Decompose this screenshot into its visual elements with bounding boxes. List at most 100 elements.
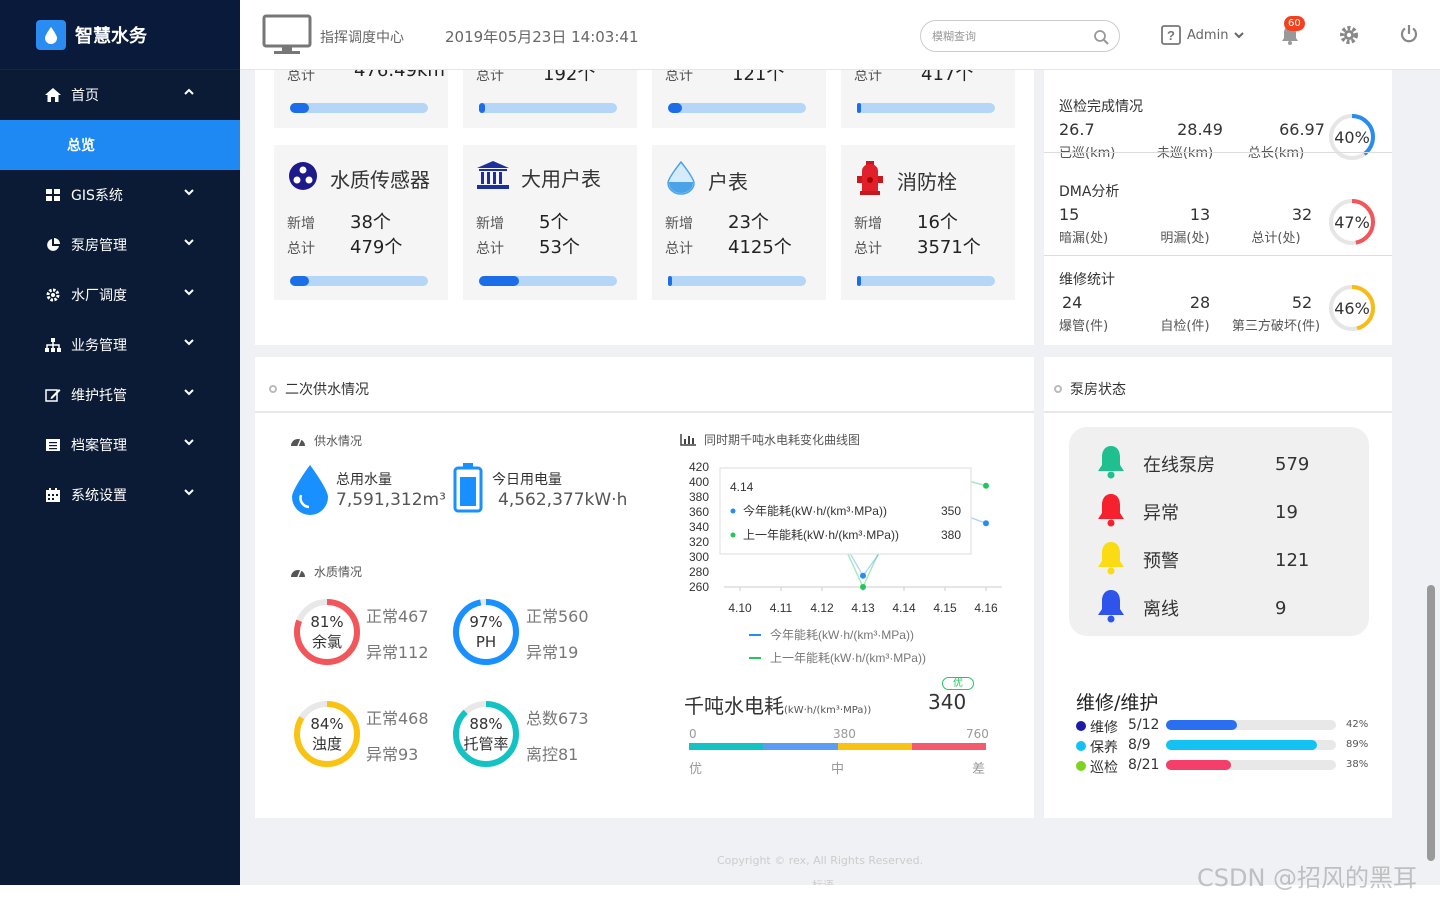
hydrant-icon	[855, 161, 885, 199]
sitemap-icon	[44, 336, 62, 354]
maint-name: 保养	[1090, 740, 1118, 756]
device-card[interactable]: 消防栓 新增 16个 总计 3571个	[841, 145, 1015, 300]
card-new-value: 16个	[917, 212, 958, 233]
chevron-down-icon	[184, 339, 194, 346]
data-point[interactable]	[860, 584, 866, 590]
sidebar-item-plant[interactable]: 水厂调度	[0, 270, 240, 320]
bullet-dot	[1054, 385, 1062, 393]
device-card-partial[interactable]: 总计 192个	[463, 60, 637, 128]
legend-label[interactable]: 上一年能耗(kW·h/(km³·MPa))	[770, 651, 926, 665]
card-progress-fill	[668, 276, 673, 286]
device-card[interactable]: 水质传感器 新增 38个 总计 479个	[274, 145, 448, 300]
card-new-label: 新增	[665, 216, 693, 232]
x-tick-label: 4.14	[892, 601, 916, 615]
data-point[interactable]	[983, 482, 989, 489]
ring-percent: 81%	[310, 613, 344, 631]
device-card-partial[interactable]: 总计 121个	[652, 60, 826, 128]
stat-percent: 47%	[1334, 213, 1370, 232]
card-header: 消防栓	[855, 161, 957, 199]
maint-progress-fill	[1166, 760, 1231, 770]
help-icon: ?	[1161, 25, 1181, 45]
card-new-value: 38个	[350, 212, 391, 233]
pump-status-row[interactable]: 在线泵房 579	[1095, 445, 1355, 483]
sidebar-item-pump[interactable]: 泵房管理	[0, 220, 240, 270]
energy-unit: (kW·h/(km³·MPa))	[784, 705, 872, 716]
energy-value: 340	[928, 690, 967, 714]
sidebar-item-settings[interactable]: 系统设置	[0, 470, 240, 520]
chevron-up-icon	[184, 88, 194, 95]
app-logo[interactable]: 智慧水务	[0, 0, 240, 70]
sidebar-item-archive[interactable]: 档案管理	[0, 420, 240, 470]
pump-status-row[interactable]: 异常 19	[1095, 493, 1355, 531]
device-card-partial[interactable]: 总计 476.49km	[274, 60, 448, 128]
stat-percent: 40%	[1334, 128, 1370, 147]
scale-seg	[763, 743, 838, 750]
maint-name: 巡检	[1090, 760, 1118, 776]
x-tick-label: 4.15	[933, 601, 957, 615]
card-progress-fill	[290, 276, 310, 286]
stat-number: 52	[1291, 293, 1313, 312]
search-placeholder: 模糊查询	[932, 30, 976, 43]
scale-min: 0	[689, 727, 697, 741]
settings-gear-icon[interactable]	[1339, 25, 1359, 45]
power-icon[interactable]	[1399, 24, 1419, 44]
pie-chart-icon	[44, 236, 62, 254]
notification-button[interactable]: 60	[1280, 16, 1305, 49]
stat-value: 28	[1160, 293, 1240, 312]
device-card[interactable]: 大用户表 新增 5个 总计 53个	[463, 145, 637, 300]
section-title-text: 二次供水情况	[285, 382, 369, 398]
pump-status-row[interactable]: 预警 121	[1095, 542, 1355, 577]
dashboard-icon	[291, 569, 305, 577]
maint-progress-bar	[1166, 720, 1336, 730]
sidebar-item-business[interactable]: 业务管理	[0, 320, 240, 370]
maint-progress-fill	[1166, 720, 1238, 730]
data-point[interactable]	[983, 520, 989, 527]
top-bar: 指挥调度中心 2019年05月23日 14:03:41 模糊查询 ? Admin…	[240, 0, 1440, 70]
legend-label[interactable]: 今年能耗(kW·h/(km³·MPa))	[770, 627, 914, 642]
sidebar-item-home[interactable]: 首页	[0, 70, 240, 120]
card-new-label: 新增	[287, 216, 315, 232]
sidebar-item-overview[interactable]: 总览	[0, 120, 240, 170]
maint-value: 5/12	[1128, 717, 1160, 733]
chevron-down-icon	[184, 289, 194, 296]
stat-percent: 46%	[1334, 299, 1370, 318]
sidebar-item-label: 首页	[71, 88, 99, 104]
stat-block: DMA分析 15 暗漏(处) 13 明漏(处) 32 总计(处) 47%	[1044, 180, 1392, 260]
stat-block: 巡检完成情况 26.7 已巡(km) 28.49 未巡(km) 66.97 总长(k…	[1044, 95, 1392, 175]
bell-icon	[1095, 445, 1127, 483]
maint-value: 8/21	[1128, 757, 1160, 773]
maint-value: 8/9	[1128, 737, 1151, 753]
stat-value: 26.7	[1059, 120, 1139, 139]
search-icon[interactable]	[1094, 30, 1109, 45]
device-card-partial[interactable]: 总计 417个	[841, 60, 1015, 128]
scrollbar-thumb[interactable]	[1427, 585, 1435, 861]
sidebar-item-gis[interactable]: GIS系统	[0, 170, 240, 220]
chevron-down-icon	[1234, 32, 1245, 39]
grade-good: 优	[689, 762, 703, 777]
dashboard-icon	[291, 438, 305, 446]
stat-number: 15	[1059, 205, 1080, 224]
svg-text:?: ?	[1167, 28, 1175, 43]
sidebar: 智慧水务 首页 总览 GIS系统 泵房管理 水厂调度 业务管理 维护托管 档案管…	[0, 0, 240, 885]
stat-label: 第三方破坏(件)	[1231, 319, 1321, 334]
ring-stat-a: 正常560	[526, 607, 589, 626]
maint-percent: 89%	[1346, 739, 1369, 750]
data-point[interactable]	[860, 572, 866, 579]
stat-number: 26.7	[1059, 120, 1095, 139]
card-progress-bar	[479, 276, 617, 286]
search-input[interactable]: 模糊查询	[920, 20, 1120, 52]
quality-heading-text: 水质情况	[314, 565, 363, 579]
pump-status-row[interactable]: 离线 9	[1095, 590, 1355, 625]
ring-name: 浊度	[311, 735, 342, 753]
maint-row: 维修 5/12 42%	[1076, 717, 1396, 736]
sidebar-item-maintenance[interactable]: 维护托管	[0, 370, 240, 420]
chevron-down-icon	[184, 489, 194, 496]
device-card[interactable]: 户表 新增 23个 总计 4125个	[652, 145, 826, 300]
card-total-label: 总计	[476, 241, 504, 257]
energy-line-chart[interactable]: 4204003803603403203002802604.10 4.11 4.12 4…	[676, 455, 1016, 675]
card-progress-fill	[479, 103, 485, 113]
water-drop-logo-icon	[36, 19, 66, 50]
bell-icon	[1095, 493, 1127, 531]
user-menu[interactable]: ? Admin	[1161, 25, 1245, 45]
pump-status-value: 9	[1275, 597, 1287, 619]
